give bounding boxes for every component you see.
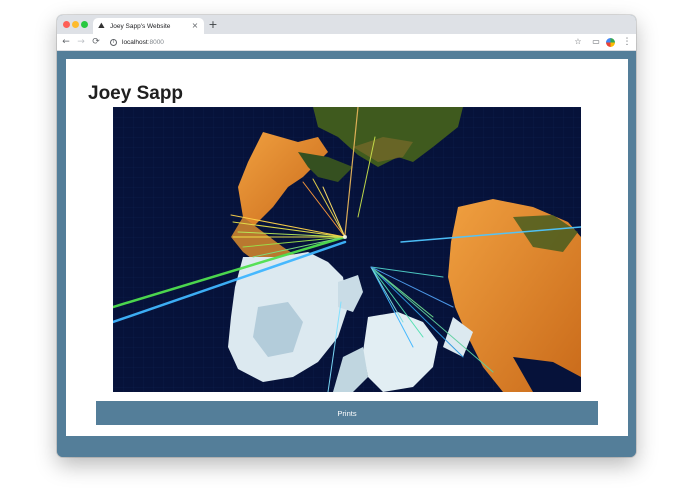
page-viewport: Joey Sapp Prints (57, 52, 636, 457)
browser-toolbar: ← → ⟳ i localhost:8000 ☆ ▭ ⋮ (57, 34, 636, 51)
info-icon[interactable]: i (110, 39, 117, 46)
tab-active[interactable]: ⛰ Joey Sapp's Website × (93, 18, 204, 34)
tab-bar: ⛰ Joey Sapp's Website × + (57, 15, 636, 34)
profile-avatar-icon[interactable] (606, 38, 615, 47)
url-host: localhost (122, 39, 148, 46)
url-port: :8000 (147, 39, 164, 46)
cast-icon[interactable]: ▭ (591, 37, 601, 47)
address-bar[interactable]: i localhost:8000 (107, 36, 569, 49)
window-minimize-button[interactable] (72, 21, 79, 28)
back-arrow-icon[interactable]: ← (61, 37, 71, 47)
browser-window: ⛰ Joey Sapp's Website × + ← → ⟳ i localh… (57, 15, 636, 457)
hero-map-image (113, 107, 581, 392)
prints-button[interactable]: Prints (96, 401, 598, 425)
window-close-button[interactable] (63, 21, 70, 28)
forward-arrow-icon[interactable]: → (76, 37, 86, 47)
tab-title: Joey Sapp's Website (110, 22, 171, 30)
tab-close-icon[interactable]: × (191, 22, 199, 30)
hiker-icon: ⛰ (98, 21, 105, 30)
window-maximize-button[interactable] (81, 21, 88, 28)
kebab-menu-icon[interactable]: ⋮ (622, 37, 632, 47)
bookmark-star-icon[interactable]: ☆ (573, 37, 583, 47)
page-title: Joey Sapp (88, 83, 184, 104)
reload-icon[interactable]: ⟳ (91, 37, 101, 47)
new-tab-button[interactable]: + (207, 19, 219, 31)
content-card: Joey Sapp Prints (66, 59, 628, 436)
